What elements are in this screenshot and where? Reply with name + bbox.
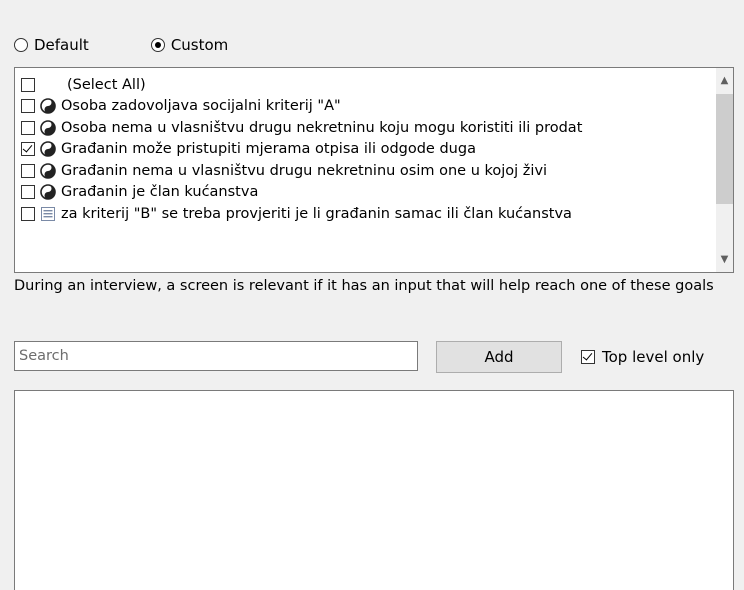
goal-row[interactable]: za kriterij "B" se treba provjeriti je l…: [21, 203, 713, 225]
goal-checkbox[interactable]: [21, 99, 35, 114]
goal-checkbox[interactable]: [21, 142, 35, 157]
goal-checkbox[interactable]: [21, 185, 35, 200]
goals-scrollbar[interactable]: ▲ ▼: [716, 68, 733, 272]
screen-relevance-panel: Default Custom (Select All) Osoba zadovo…: [0, 0, 744, 590]
top-level-only-toggle[interactable]: Top level only: [581, 348, 704, 366]
goal-label: Građanin može pristupiti mjerama otpisa …: [61, 141, 476, 158]
goal-icon: [40, 141, 56, 158]
add-button[interactable]: Add: [436, 341, 562, 373]
goals-list-items: (Select All) Osoba zadovoljava socijalni…: [21, 74, 713, 225]
top-level-only-checkbox[interactable]: [581, 350, 595, 364]
goal-icon: [40, 184, 56, 201]
scroll-up-icon[interactable]: ▲: [716, 72, 733, 89]
scroll-down-icon[interactable]: ▼: [716, 251, 733, 268]
goal-label: Građanin je član kućanstva: [61, 184, 259, 201]
goals-list[interactable]: (Select All) Osoba zadovoljava socijalni…: [14, 67, 734, 273]
goal-row[interactable]: Osoba nema u vlasništvu drugu nekretninu…: [21, 117, 713, 139]
custom-radio-label: Custom: [170, 36, 229, 54]
custom-radio[interactable]: Custom: [150, 36, 229, 54]
goal-label: Građanin nema u vlasništvu drugu nekretn…: [61, 162, 548, 179]
goal-row[interactable]: Građanin može pristupiti mjerama otpisa …: [21, 139, 713, 161]
goal-label: Osoba zadovoljava socijalni kriterij "A": [61, 98, 341, 115]
selected-goals-list[interactable]: [14, 390, 734, 590]
goal-icon: [40, 162, 56, 179]
select-all-row[interactable]: (Select All): [21, 74, 713, 96]
goal-row[interactable]: Građanin je član kućanstva: [21, 182, 713, 204]
mode-radio-group: Default Custom: [14, 33, 228, 57]
goal-row[interactable]: Osoba zadovoljava socijalni kriterij "A": [21, 96, 713, 118]
default-radio[interactable]: Default: [14, 36, 89, 54]
default-radio-circle[interactable]: [14, 38, 28, 52]
select-all-label: (Select All): [67, 76, 146, 93]
goal-icon: [40, 119, 56, 136]
relevance-description: During an interview, a screen is relevan…: [14, 278, 714, 294]
custom-radio-circle[interactable]: [150, 38, 165, 52]
goal-checkbox[interactable]: [21, 120, 35, 135]
select-all-checkbox[interactable]: [21, 77, 35, 92]
default-radio-label: Default: [34, 36, 89, 54]
search-input[interactable]: [14, 341, 418, 371]
goal-icon: [40, 98, 56, 115]
top-level-only-label: Top level only: [602, 348, 705, 366]
note-icon: [40, 206, 56, 222]
goal-checkbox[interactable]: [21, 163, 35, 178]
scrollbar-thumb[interactable]: [716, 94, 733, 204]
goal-rows: Osoba zadovoljava socijalni kriterij "A"…: [21, 96, 713, 225]
goal-label: za kriterij "B" se treba provjeriti je l…: [61, 205, 572, 222]
goal-row[interactable]: Građanin nema u vlasništvu drugu nekretn…: [21, 160, 713, 182]
goal-label: Osoba nema u vlasništvu drugu nekretninu…: [61, 119, 583, 136]
goal-checkbox[interactable]: [21, 206, 35, 221]
